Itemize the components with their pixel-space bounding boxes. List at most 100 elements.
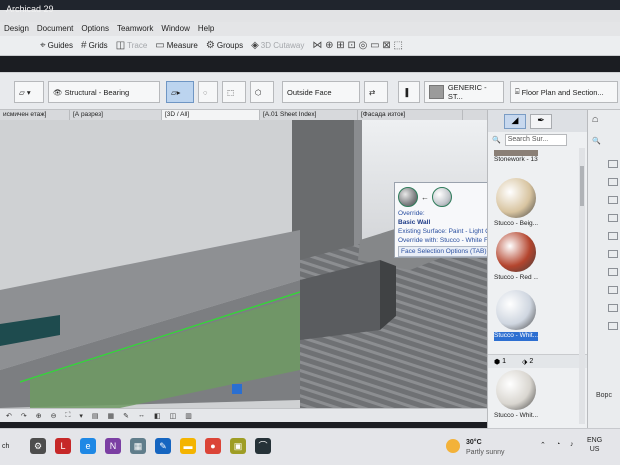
menu-window[interactable]: Window bbox=[157, 22, 193, 36]
zoom-in-icon[interactable]: ⊕ bbox=[36, 412, 42, 420]
volume-icon[interactable]: ♪ bbox=[570, 441, 574, 448]
dimension-icon[interactable]: ↔ bbox=[138, 412, 145, 419]
surface-label: Stucco - Red ... bbox=[494, 274, 538, 281]
menu-options[interactable]: Options bbox=[77, 22, 113, 36]
menu-help[interactable]: Help bbox=[194, 22, 218, 36]
renovation-icon[interactable]: ◧ bbox=[154, 412, 161, 420]
3d-viewport[interactable] bbox=[0, 120, 487, 408]
archicad-icon[interactable]: ⌒ bbox=[255, 438, 271, 454]
trace-label: Trace bbox=[127, 41, 148, 50]
snap-tools[interactable]: ⋈ ⊕ ⊞ ⊡ ◎ ▭ ⊠ ⬚ bbox=[312, 40, 405, 51]
scroll-thumb[interactable] bbox=[580, 166, 584, 206]
tab-sheet-index[interactable]: [A.01 Sheet Index] bbox=[260, 110, 358, 120]
model-view-icon[interactable]: ▦ bbox=[108, 412, 115, 420]
undo-icon[interactable]: ↶ bbox=[6, 412, 12, 420]
taskbar-search-label[interactable]: ch bbox=[2, 443, 9, 450]
painter-tool-button[interactable]: ◢ bbox=[504, 113, 526, 129]
layer-combo-icon[interactable]: ▤ bbox=[92, 412, 99, 420]
groups-icon: ⚙ bbox=[205, 40, 215, 51]
folder-icon[interactable]: ▬ bbox=[180, 438, 196, 454]
reference-value: Outside Face bbox=[287, 87, 332, 97]
surface-ball-icon bbox=[496, 290, 536, 330]
nav-item-7[interactable] bbox=[608, 268, 618, 276]
overrides-icon[interactable]: ⬗ bbox=[522, 358, 527, 366]
surface-swatch[interactable]: Stucco - Beig... bbox=[494, 176, 538, 229]
reference-line-dropdown[interactable]: Outside Face bbox=[282, 81, 360, 103]
layer-button[interactable]: ▐ bbox=[398, 81, 420, 103]
structure-dropdown[interactable]: 👁 Structural - Bearing bbox=[48, 81, 160, 103]
partial-structure-icon[interactable]: ▥ bbox=[185, 412, 192, 420]
tab-section[interactable]: [А разрез] bbox=[70, 110, 162, 120]
language-indicator[interactable]: ENG US bbox=[587, 436, 602, 454]
material-dropdown[interactable]: GENERIC - ST... bbox=[424, 81, 504, 103]
surface-swatch[interactable]: Stucco - Red ... bbox=[494, 230, 538, 283]
fit-icon[interactable]: ⛶ bbox=[66, 412, 71, 420]
onenote-icon[interactable]: N bbox=[105, 438, 121, 454]
nav-item-2[interactable] bbox=[608, 178, 618, 186]
nav-search-icon: 🔍 bbox=[592, 138, 601, 145]
pen-set-icon[interactable]: ✎ bbox=[123, 412, 129, 420]
nav-item-6[interactable] bbox=[608, 250, 618, 258]
calendar-icon[interactable]: ▦ bbox=[130, 438, 146, 454]
nav-item-9[interactable] bbox=[608, 304, 618, 312]
lang-region: US bbox=[589, 446, 600, 453]
surface-search-input[interactable]: Search Sur... bbox=[504, 134, 567, 146]
menu-design[interactable]: Design bbox=[0, 22, 33, 36]
cube-icon[interactable]: ⬢ bbox=[494, 358, 500, 366]
network-icon[interactable]: ◔ bbox=[556, 441, 560, 448]
nav-item-1[interactable] bbox=[608, 160, 618, 168]
tab-3d[interactable]: [3D / All] bbox=[162, 110, 260, 120]
poly-wall-button[interactable]: ⬡ bbox=[250, 81, 274, 103]
trace-button[interactable]: ◫ Trace bbox=[116, 40, 148, 51]
trapezoid-wall-button[interactable]: ⬚ bbox=[222, 81, 246, 103]
groups-button[interactable]: ⚙ Groups bbox=[206, 40, 243, 51]
surface-list-scrollbar[interactable] bbox=[579, 148, 585, 424]
surface-swatch[interactable]: Stucco - Whit... bbox=[494, 288, 538, 341]
flip-button[interactable]: ⇄ bbox=[364, 81, 388, 103]
menu-document[interactable]: Document bbox=[33, 22, 77, 36]
l-app-icon[interactable]: L bbox=[55, 438, 71, 454]
display-dropdown[interactable]: ⌸ Floor Plan and Section... bbox=[510, 81, 618, 103]
nav-item-8[interactable] bbox=[608, 286, 618, 294]
redo-icon[interactable]: ↷ bbox=[21, 412, 27, 420]
measure-button[interactable]: ▭ Measure bbox=[155, 40, 198, 51]
chrome-icon[interactable]: ● bbox=[205, 438, 221, 454]
windows-taskbar: ch ⚙ Le N ▦ ✎ ▬ ● ▣ ⌒ 30°C Partly sunny ⌃ ◔ ♪ EN… bbox=[0, 428, 620, 465]
tab-elevation[interactable]: [Фасада изток] bbox=[358, 110, 463, 120]
count-2: 2 bbox=[529, 358, 534, 365]
grids-button[interactable]: # Grids bbox=[81, 40, 108, 51]
face-selection-options[interactable]: Face Selection Options (TAB) bbox=[398, 246, 490, 257]
nav-item-5[interactable] bbox=[608, 232, 618, 240]
surface-swatch[interactable]: Stonework - 13 bbox=[494, 150, 538, 165]
tooltip-element: Basic Wall bbox=[398, 219, 431, 226]
standard-toolbar: ⌖ Guides # Grids ◫ Trace ▭ Measure ⚙ Groups ◈… bbox=[0, 36, 620, 56]
menu-teamwork[interactable]: Teamwork bbox=[113, 22, 157, 36]
nav-item-10[interactable] bbox=[608, 322, 618, 330]
edge-icon[interactable]: e bbox=[80, 438, 96, 454]
straight-wall-button[interactable]: ▱▸ bbox=[166, 81, 194, 103]
cutaway-button[interactable]: ◈ 3D Cutaway bbox=[251, 40, 304, 51]
nav-footer-label: Ворс bbox=[596, 392, 612, 399]
structure-display-icon[interactable]: ◫ bbox=[170, 412, 177, 420]
window-title: Archicad 29 bbox=[6, 4, 54, 14]
arrow-left-icon: ← bbox=[421, 192, 429, 202]
image-icon[interactable]: ▣ bbox=[230, 438, 246, 454]
navigator-icon[interactable]: ☖ bbox=[592, 116, 598, 124]
nav-item-4[interactable] bbox=[608, 214, 618, 222]
paint-bucket-icon: ◢ bbox=[511, 114, 519, 125]
tray-chevron-icon[interactable]: ⌃ bbox=[540, 441, 546, 449]
surface-swatch[interactable]: Stucco - Whit... bbox=[494, 368, 538, 421]
geometry-method-button[interactable]: ▱ ▾ bbox=[14, 81, 44, 103]
nav-item-3[interactable] bbox=[608, 196, 618, 204]
scale-icon[interactable]: ▾ bbox=[79, 412, 83, 420]
curved-wall-button[interactable]: ◌ bbox=[198, 81, 218, 103]
snap-icon: ⋈ ⊕ ⊞ ⊡ ◎ ▭ ⊠ ⬚ bbox=[312, 40, 403, 51]
guides-button[interactable]: ⌖ Guides bbox=[40, 40, 73, 51]
surface-label: Stucco - Whit... bbox=[494, 332, 538, 341]
gear-icon[interactable]: ⚙ bbox=[30, 438, 46, 454]
tab-floor[interactable]: исмичен етаж] bbox=[0, 110, 70, 120]
picker-tool-button[interactable]: ✒ bbox=[530, 113, 552, 129]
zoom-out-icon[interactable]: ⊖ bbox=[51, 412, 57, 420]
guides-icon: ⌖ bbox=[40, 40, 46, 51]
pen-icon[interactable]: ✎ bbox=[155, 438, 171, 454]
